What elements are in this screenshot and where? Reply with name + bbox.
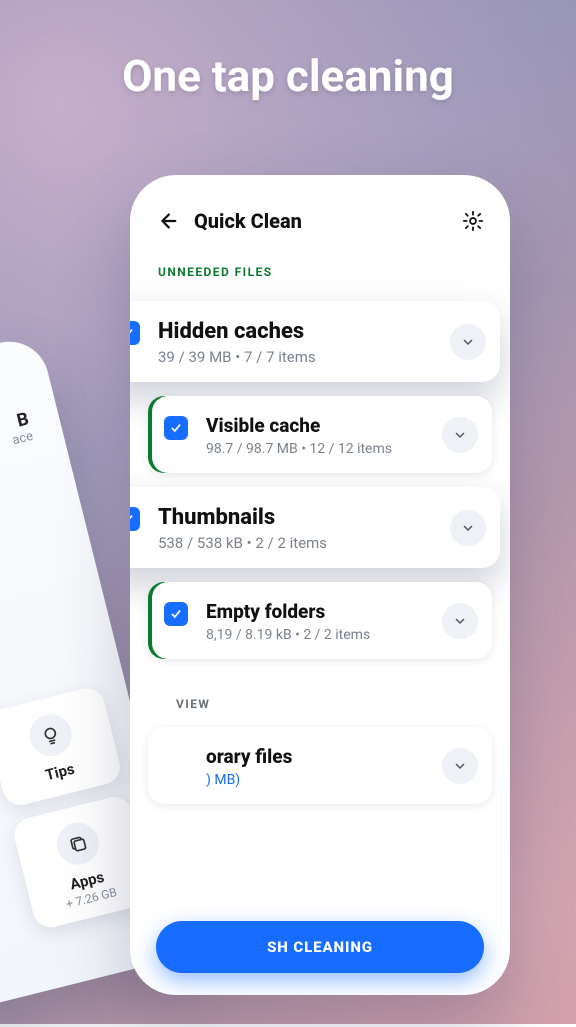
gear-icon[interactable] [462, 210, 484, 232]
finish-cleaning-button[interactable]: SH CLEANING [156, 921, 484, 973]
item-thumbnails[interactable]: Thumbnails 538 / 538 kB • 2 / 2 items [130, 487, 500, 568]
chevron-down-icon[interactable] [450, 324, 486, 360]
checkbox[interactable] [130, 507, 140, 531]
item-title: Empty folders [206, 600, 474, 623]
marketing-headline: One tap cleaning [0, 50, 576, 102]
item-empty-folders[interactable]: Empty folders 8,19 / 8.19 kB • 2 / 2 ite… [148, 582, 492, 659]
primary-phone: Quick Clean UNNEEDED FILES Hidden caches… [130, 175, 510, 995]
item-sub: 538 / 538 kB • 2 / 2 items [158, 534, 482, 552]
item-visible-cache[interactable]: Visible cache 98.7 / 98.7 MB • 12 / 12 i… [148, 396, 492, 473]
item-title: orary files [206, 745, 474, 768]
item-sub: 98.7 / 98.7 MB • 12 / 12 items [206, 441, 474, 457]
cleaning-list: Hidden caches 39 / 39 MB • 7 / 7 items V… [130, 301, 510, 938]
chevron-down-icon[interactable] [450, 510, 486, 546]
checkbox[interactable] [130, 321, 140, 345]
storage-chip: B ace [6, 408, 35, 448]
checkbox[interactable] [164, 416, 188, 440]
item-sub: ) MB) [206, 772, 474, 788]
back-arrow-icon[interactable] [156, 210, 178, 232]
tile-title: Tips [11, 752, 109, 793]
checkbox[interactable] [164, 602, 188, 626]
item-sub: 8,19 / 8.19 kB • 2 / 2 items [206, 627, 474, 643]
chevron-down-icon[interactable] [442, 748, 478, 784]
item-hidden-caches[interactable]: Hidden caches 39 / 39 MB • 7 / 7 items [130, 301, 500, 382]
chevron-down-icon[interactable] [442, 603, 478, 639]
section-label-review: VIEW [148, 673, 492, 713]
section-label-unneeded: UNNEEDED FILES [130, 243, 510, 287]
item-title: Visible cache [206, 414, 474, 437]
apps-icon [52, 818, 103, 869]
cta-label: SH CLEANING [267, 938, 373, 956]
item-sub: 39 / 39 MB • 7 / 7 items [158, 348, 482, 366]
chevron-down-icon[interactable] [442, 417, 478, 453]
page-title: Quick Clean [194, 209, 446, 233]
item-temporary-files[interactable]: orary files ) MB) [148, 727, 492, 804]
item-title: Hidden caches [158, 319, 482, 344]
item-title: Thumbnails [158, 505, 482, 530]
tips-tile[interactable]: Tips [0, 685, 124, 809]
bulb-icon [25, 710, 76, 761]
